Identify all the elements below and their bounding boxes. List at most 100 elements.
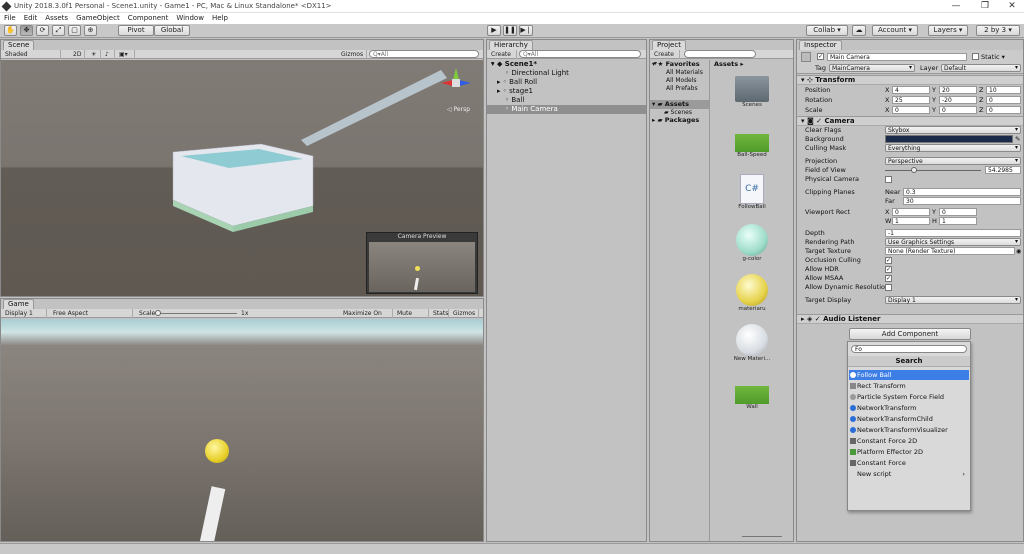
allow-msaa-checkbox[interactable]: ✓ [885, 275, 892, 282]
asset-tile[interactable]: Scenes [732, 76, 772, 108]
effects-icon[interactable]: ▣▾ [117, 50, 135, 59]
minimize-button[interactable]: — [946, 1, 966, 11]
asset-tile[interactable]: C# FollowBall [732, 174, 772, 210]
layers-dropdown[interactable]: Layers ▾ [928, 25, 968, 36]
menu-assets[interactable]: Assets [41, 13, 72, 22]
component-item[interactable]: Constant Force [849, 458, 969, 468]
occlusion-culling-checkbox[interactable]: ✓ [885, 257, 892, 264]
close-button[interactable]: ✕ [1002, 1, 1022, 11]
component-search-input[interactable]: Fo [851, 345, 967, 353]
tab-game[interactable]: Game [3, 299, 34, 309]
hierarchy-search-input[interactable]: Q▾All [519, 50, 641, 58]
pivot-toggle[interactable]: Pivot [118, 25, 154, 36]
hierarchy-scene-root[interactable]: ▾ ◆ Scene1* [487, 60, 646, 69]
display-dropdown[interactable]: Display 1 [3, 309, 47, 318]
component-item[interactable]: Rect Transform [849, 381, 969, 391]
hand-tool-icon[interactable]: ✋ [4, 25, 17, 36]
scale-z-field[interactable]: 0 [986, 106, 1021, 114]
lighting-icon[interactable]: ☀ [89, 50, 101, 59]
mute-audio-toggle[interactable]: Mute Audio [395, 309, 429, 326]
scale-tool-icon[interactable]: ⤢ [52, 25, 65, 36]
scale-y-field[interactable]: 0 [939, 106, 977, 114]
fov-field[interactable]: 54.2985 [985, 166, 1021, 174]
play-button[interactable]: ▶ [487, 25, 501, 36]
pause-button[interactable]: ❚❚ [503, 25, 517, 36]
move-tool-icon[interactable]: ✥ [20, 25, 33, 36]
rotation-x-field[interactable]: 25 [892, 96, 930, 104]
list-item[interactable]: All Prefabs [650, 84, 709, 93]
static-dropdown[interactable]: Static ▾ [981, 53, 1005, 61]
rotation-y-field[interactable]: -20 [939, 96, 977, 104]
project-search-input[interactable] [684, 50, 756, 58]
maximize-button[interactable]: ❐ [975, 1, 995, 11]
list-item[interactable]: ▸ ◦ Ball Roll [487, 78, 646, 87]
physical-camera-checkbox[interactable] [885, 176, 892, 183]
asset-tile[interactable]: Wall [732, 374, 772, 410]
persp-label[interactable]: ◁ Persp [447, 106, 470, 113]
eyedropper-icon[interactable]: ✎ [1015, 135, 1020, 144]
rect-tool-icon[interactable]: ▢ [68, 25, 81, 36]
near-field[interactable]: 0.3 [903, 188, 1021, 196]
clear-flags-dropdown[interactable]: Skybox [885, 126, 1021, 134]
target-display-dropdown[interactable]: Display 1 [885, 296, 1021, 304]
component-item[interactable]: NetworkTransform [849, 403, 969, 413]
component-item[interactable]: NetworkTransformChild [849, 414, 969, 424]
allow-hdr-checkbox[interactable]: ✓ [885, 266, 892, 273]
static-checkbox[interactable] [972, 53, 979, 60]
component-item-selected[interactable]: Follow Ball [849, 370, 969, 380]
icon-size-slider[interactable] [742, 536, 782, 537]
add-component-button[interactable]: Add Component [849, 328, 971, 340]
audio-listener-header[interactable]: ▸ ◈ ✓ Audio Listener [797, 314, 1023, 324]
cloud-icon[interactable]: ☁ [852, 25, 866, 36]
scene-orientation-gizmo[interactable] [441, 68, 471, 98]
dynamic-resolution-checkbox[interactable] [885, 284, 892, 291]
transform-header[interactable]: ▾ ⊹ Transform [797, 75, 1023, 85]
asset-tile[interactable]: g-color [732, 224, 772, 262]
component-item[interactable]: Constant Force 2D [849, 436, 969, 446]
viewport-x-field[interactable]: 0 [892, 208, 930, 216]
projection-dropdown[interactable]: Perspective [885, 157, 1021, 165]
layout-dropdown[interactable]: 2 by 3 ▾ [976, 25, 1020, 36]
position-x-field[interactable]: 4 [892, 86, 930, 94]
tab-hierarchy[interactable]: Hierarchy [489, 40, 533, 50]
culling-mask-dropdown[interactable]: Everything [885, 144, 1021, 152]
scene-gizmos-dropdown[interactable]: Gizmos ▾ [339, 50, 367, 67]
fov-slider-thumb[interactable] [910, 167, 917, 173]
component-item[interactable]: NetworkTransformVisualizer [849, 425, 969, 435]
maximize-on-play-toggle[interactable]: Maximize On Play [341, 309, 393, 326]
component-item[interactable]: Particle System Force Field [849, 392, 969, 402]
account-dropdown[interactable]: Account ▾ [872, 25, 918, 36]
menu-file[interactable]: File [0, 13, 20, 22]
tab-project[interactable]: Project [652, 40, 686, 50]
viewport-y-field[interactable]: 0 [939, 208, 977, 216]
rotate-tool-icon[interactable]: ⟳ [36, 25, 49, 36]
rotation-z-field[interactable]: 0 [986, 96, 1021, 104]
menu-gameobject[interactable]: GameObject [72, 13, 124, 22]
position-z-field[interactable]: 10 [986, 86, 1021, 94]
fov-slider[interactable] [885, 170, 981, 171]
asset-breadcrumb[interactable]: Assets ▸ [714, 60, 744, 68]
viewport-h-field[interactable]: 1 [939, 217, 977, 225]
game-gizmos-dropdown[interactable]: Gizmos ▾ [451, 309, 479, 326]
component-item[interactable]: New script › [849, 469, 969, 479]
camera-header[interactable]: ▾ ◙ ✓ Camera [797, 116, 1023, 126]
scale-slider[interactable] [157, 313, 237, 314]
menu-help[interactable]: Help [208, 13, 232, 22]
shading-dropdown[interactable]: Shaded [3, 50, 61, 59]
global-toggle[interactable]: Global [154, 25, 190, 36]
transform-tool-icon[interactable]: ⊕ [84, 25, 97, 36]
position-y-field[interactable]: 20 [939, 86, 977, 94]
2d-toggle[interactable]: 2D [71, 50, 85, 59]
tab-inspector[interactable]: Inspector [799, 40, 842, 50]
step-button[interactable]: ▶❘ [519, 25, 533, 36]
tab-scene[interactable]: Scene [3, 40, 35, 50]
object-name-field[interactable]: Main Camera [827, 53, 967, 61]
depth-field[interactable]: -1 [885, 229, 1021, 237]
packages-folder[interactable]: ▸ ▰ Packages [650, 116, 709, 125]
rendering-path-dropdown[interactable]: Use Graphics Settings [885, 238, 1021, 246]
object-picker-icon[interactable]: ◉ [1016, 247, 1021, 256]
component-item[interactable]: Platform Effector 2D [849, 447, 969, 457]
scale-slider-thumb[interactable] [155, 310, 161, 316]
layer-dropdown[interactable]: Default [941, 64, 1021, 72]
project-create-button[interactable]: Create ▾ [652, 50, 680, 67]
